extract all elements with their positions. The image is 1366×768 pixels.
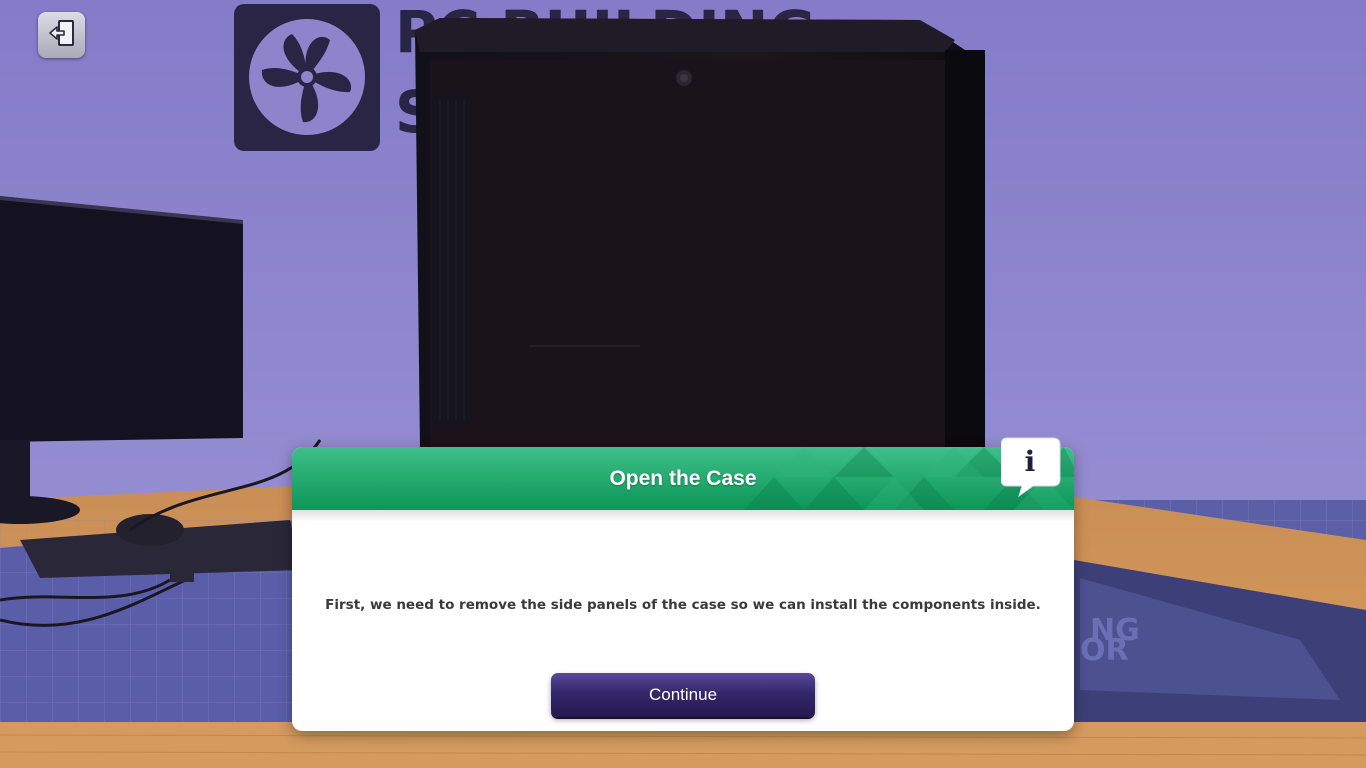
pc-case: [415, 18, 985, 450]
info-speech-bubble-icon: i: [1000, 437, 1061, 501]
dialog-title: Open the Case: [609, 467, 757, 490]
dialog-message: First, we need to remove the side panels…: [325, 597, 1041, 613]
tutorial-dialog: Open the Case First, we need to remove t…: [292, 447, 1074, 731]
svg-text:OR: OR: [1080, 633, 1129, 668]
dialog-header: Open the Case: [292, 447, 1074, 510]
svg-text:i: i: [1025, 445, 1036, 478]
continue-button[interactable]: Continue: [551, 673, 815, 717]
exit-button[interactable]: [38, 12, 85, 58]
exit-door-icon: [47, 18, 77, 52]
